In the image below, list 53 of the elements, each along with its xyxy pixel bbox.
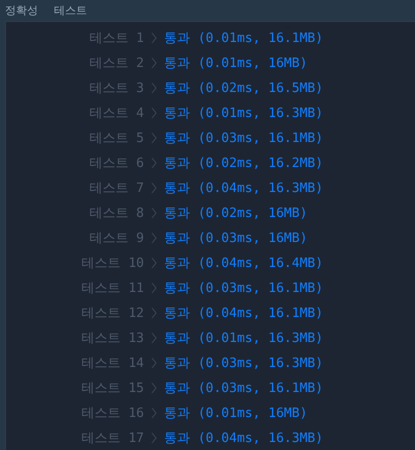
test-label: 테스트 11 (82, 280, 144, 296)
chevron-icon (151, 206, 157, 218)
chevron-icon (151, 282, 157, 294)
test-label: 테스트 17 (82, 430, 144, 446)
test-result: 통과 (0.03ms, 16.3MB) (164, 354, 324, 372)
header-label: 테스트 (54, 3, 87, 18)
test-label: 테스트 2 (89, 54, 144, 72)
chevron-icon (151, 306, 157, 318)
chevron-icon (151, 382, 157, 394)
test-label: 테스트 7 (89, 180, 144, 196)
chevron-icon (151, 356, 157, 368)
test-result: 통과 (0.01ms, 16.3MB) (164, 330, 324, 346)
test-result: 통과 (0.03ms, 16.1MB) (164, 380, 324, 396)
test-label: 테스트 12 (82, 304, 144, 322)
test-result: 통과 (0.02ms, 16.5MB) (164, 80, 324, 96)
test-label: 테스트 8 (89, 204, 144, 222)
test-label: 테스트 14 (82, 354, 144, 372)
header-label: 정확성 (5, 3, 38, 18)
test-label: 테스트 3 (89, 80, 144, 96)
chevron-icon (151, 406, 157, 418)
test-label: 테스트 1 (89, 30, 144, 46)
chevron-icon (151, 156, 157, 168)
chevron-icon (151, 82, 157, 94)
test-result: 통과 (0.04ms, 16.3MB) (164, 180, 324, 196)
chevron-icon (151, 432, 157, 444)
test-result: 통과 (0.04ms, 16.3MB) (164, 430, 324, 446)
chevron-icon (151, 332, 157, 344)
test-result: 통과 (0.01ms, 16.1MB) (164, 30, 324, 46)
test-label: 테스트 4 (89, 104, 144, 122)
test-result: 통과 (0.01ms, 16MB) (164, 54, 308, 72)
test-result: 통과 (0.02ms, 16MB) (164, 204, 308, 222)
chevron-icon (151, 232, 157, 244)
test-label: 테스트 15 (82, 380, 144, 396)
test-result: 통과 (0.02ms, 16.2MB) (164, 154, 324, 172)
test-result: 통과 (0.03ms, 16MB) (164, 230, 308, 246)
test-label: 테스트 13 (82, 330, 144, 346)
chevron-icon (151, 32, 157, 44)
chevron-icon (151, 182, 157, 194)
test-label: 테스트 5 (89, 130, 144, 146)
test-result: 통과 (0.03ms, 16.1MB) (164, 280, 324, 296)
chevron-icon (151, 256, 157, 268)
chevron-icon (151, 132, 157, 144)
chevron-icon (151, 106, 157, 118)
test-result: 통과 (0.01ms, 16MB) (164, 404, 308, 422)
test-result: 통과 (0.04ms, 16.4MB) (164, 254, 324, 272)
test-result: 통과 (0.01ms, 16.3MB) (164, 104, 324, 122)
test-result: 통과 (0.03ms, 16.1MB) (164, 130, 324, 146)
test-label: 테스트 9 (89, 230, 144, 246)
test-label: 테스트 16 (82, 404, 144, 422)
test-label: 테스트 10 (82, 254, 144, 272)
chevron-icon (151, 56, 157, 68)
test-label: 테스트 6 (89, 154, 144, 172)
test-result: 통과 (0.04ms, 16.1MB) (164, 304, 324, 322)
